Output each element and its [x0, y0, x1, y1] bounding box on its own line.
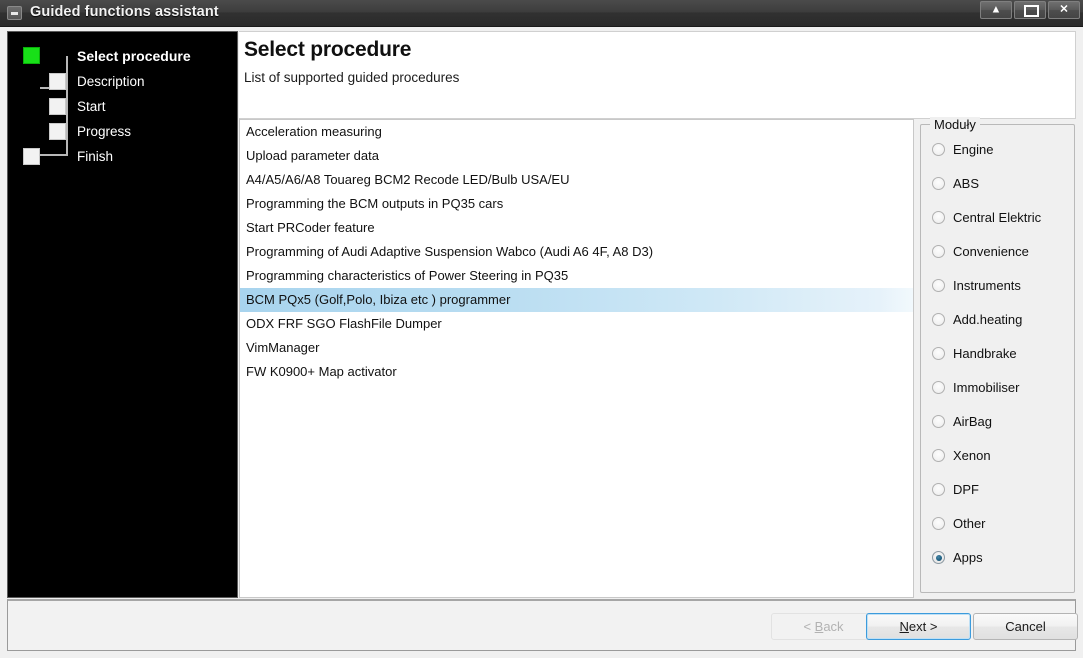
page-title: Select procedure	[244, 38, 412, 61]
radio-checked-icon[interactable]	[932, 551, 945, 564]
module-radio-xenon[interactable]: Xenon	[932, 448, 991, 463]
sidebar-step-description[interactable]: Description	[49, 73, 145, 90]
step-marker-pending	[49, 98, 66, 115]
body-area: Acceleration measuring Upload parameter d…	[239, 117, 1076, 598]
procedure-list-item[interactable]: Acceleration measuring	[240, 120, 913, 144]
sidebar-step-select-procedure[interactable]: Select procedure	[23, 47, 191, 64]
module-radio-label: Instruments	[953, 278, 1021, 293]
minimize-button[interactable]: ▲	[980, 1, 1012, 19]
window-controls: ▲ ✕	[980, 1, 1080, 19]
radio-unchecked-icon[interactable]	[932, 415, 945, 428]
step-marker-pending	[49, 73, 66, 90]
module-radio-engine[interactable]: Engine	[932, 142, 993, 157]
module-radio-label: AirBag	[953, 414, 993, 429]
procedure-list-item[interactable]: Start PRCoder feature	[240, 216, 913, 240]
modules-groupbox: Moduły Engine ABS Central Elektric Convenie…	[920, 117, 1075, 593]
module-radio-label: Add.heating	[953, 312, 1023, 327]
module-radio-airbag[interactable]: AirBag	[932, 414, 992, 429]
module-radio-abs[interactable]: ABS	[932, 176, 979, 191]
radio-unchecked-icon[interactable]	[932, 211, 945, 224]
back-button-label: < Back	[803, 619, 844, 634]
module-radio-instruments[interactable]: Instruments	[932, 278, 1021, 293]
maximize-button[interactable]	[1014, 1, 1046, 19]
module-radio-label: Immobiliser	[953, 380, 1020, 395]
module-radio-convenience[interactable]: Convenience	[932, 244, 1029, 259]
radio-unchecked-icon[interactable]	[932, 381, 945, 394]
radio-unchecked-icon[interactable]	[932, 517, 945, 530]
procedure-list-item[interactable]: A4/A5/A6/A8 Touareg BCM2 Recode LED/Bulb…	[240, 168, 913, 192]
page-subtitle: List of supported guided procedures	[244, 70, 460, 85]
title-bar: Guided functions assistant ▲ ✕	[0, 0, 1083, 27]
radio-unchecked-icon[interactable]	[932, 449, 945, 462]
cancel-button-label: Cancel	[1005, 619, 1046, 634]
radio-unchecked-icon[interactable]	[932, 483, 945, 496]
step-label: Select procedure	[77, 47, 191, 64]
step-marker-active	[23, 47, 40, 64]
procedure-list-item[interactable]: Programming the BCM outputs in PQ35 cars	[240, 192, 913, 216]
module-radio-central-elektric[interactable]: Central Elektric	[932, 210, 1041, 225]
procedure-list-item[interactable]: VimManager	[240, 336, 913, 360]
sidebar-step-progress[interactable]: Progress	[49, 123, 131, 140]
radio-unchecked-icon[interactable]	[932, 313, 945, 326]
radio-unchecked-icon[interactable]	[932, 177, 945, 190]
radio-unchecked-icon[interactable]	[932, 245, 945, 258]
sidebar-step-start[interactable]: Start	[49, 98, 106, 115]
procedure-list-item[interactable]: Upload parameter data	[240, 144, 913, 168]
procedure-list-item[interactable]: ODX FRF SGO FlashFile Dumper	[240, 312, 913, 336]
radio-unchecked-icon[interactable]	[932, 143, 945, 156]
module-radio-other[interactable]: Other	[932, 516, 986, 531]
step-marker-pending	[23, 148, 40, 165]
step-marker-pending	[49, 123, 66, 140]
step-label: Start	[77, 99, 106, 114]
procedure-list-item[interactable]: Programming of Audi Adaptive Suspension …	[240, 240, 913, 264]
cancel-button[interactable]: Cancel	[973, 613, 1078, 640]
next-button-label: Next >	[899, 619, 938, 634]
wizard-steps-sidebar: Select procedure Description Start Progr…	[7, 31, 238, 598]
module-radio-label: DPF	[953, 482, 979, 497]
module-radio-label: Other	[953, 516, 986, 531]
module-radio-label: ABS	[953, 176, 980, 191]
module-radio-label: Convenience	[953, 244, 1029, 259]
dialog-footer: < Back Next > Cancel	[7, 599, 1078, 651]
back-button[interactable]: < Back	[771, 613, 876, 640]
step-label: Description	[77, 74, 145, 89]
close-glyph: ✕	[1059, 3, 1069, 16]
procedure-list-item[interactable]: Programming characteristics of Power Ste…	[240, 264, 913, 288]
maximize-glyph	[1024, 5, 1039, 17]
page-header: Select procedure List of supported guide…	[239, 31, 1076, 119]
step-label: Finish	[77, 149, 114, 164]
close-button[interactable]: ✕	[1048, 1, 1080, 19]
radio-unchecked-icon[interactable]	[932, 279, 945, 292]
next-button[interactable]: Next >	[866, 613, 971, 640]
module-radio-add-heating[interactable]: Add.heating	[932, 312, 1022, 327]
module-radio-immobiliser[interactable]: Immobiliser	[932, 380, 1019, 395]
step-label: Progress	[77, 124, 132, 139]
minimize-glyph: ▲	[990, 3, 1002, 16]
module-radio-label: Handbrake	[953, 346, 1017, 361]
procedure-list-item[interactable]: BCM PQx5 (Golf,Polo, Ibiza etc ) program…	[240, 288, 913, 312]
module-radio-dpf[interactable]: DPF	[932, 482, 979, 497]
radio-unchecked-icon[interactable]	[932, 347, 945, 360]
module-radio-handbrake[interactable]: Handbrake	[932, 346, 1017, 361]
procedure-list-item[interactable]: FW K0900+ Map activator	[240, 360, 913, 384]
module-radio-label: Central Elektric	[953, 210, 1042, 225]
module-radio-label: Apps	[953, 550, 983, 565]
module-radio-apps[interactable]: Apps	[932, 550, 983, 565]
window-title: Guided functions assistant	[30, 4, 219, 20]
procedure-list[interactable]: Acceleration measuring Upload parameter d…	[239, 119, 914, 598]
module-radio-label: Xenon	[953, 448, 991, 463]
guided-functions-window: Guided functions assistant ▲ ✕ Select pr…	[0, 0, 1083, 658]
window-menu-icon[interactable]	[7, 6, 22, 20]
modules-groupbox-title: Moduły	[930, 117, 980, 132]
sidebar-step-finish[interactable]: Finish	[23, 148, 113, 165]
module-radio-label: Engine	[953, 142, 994, 157]
